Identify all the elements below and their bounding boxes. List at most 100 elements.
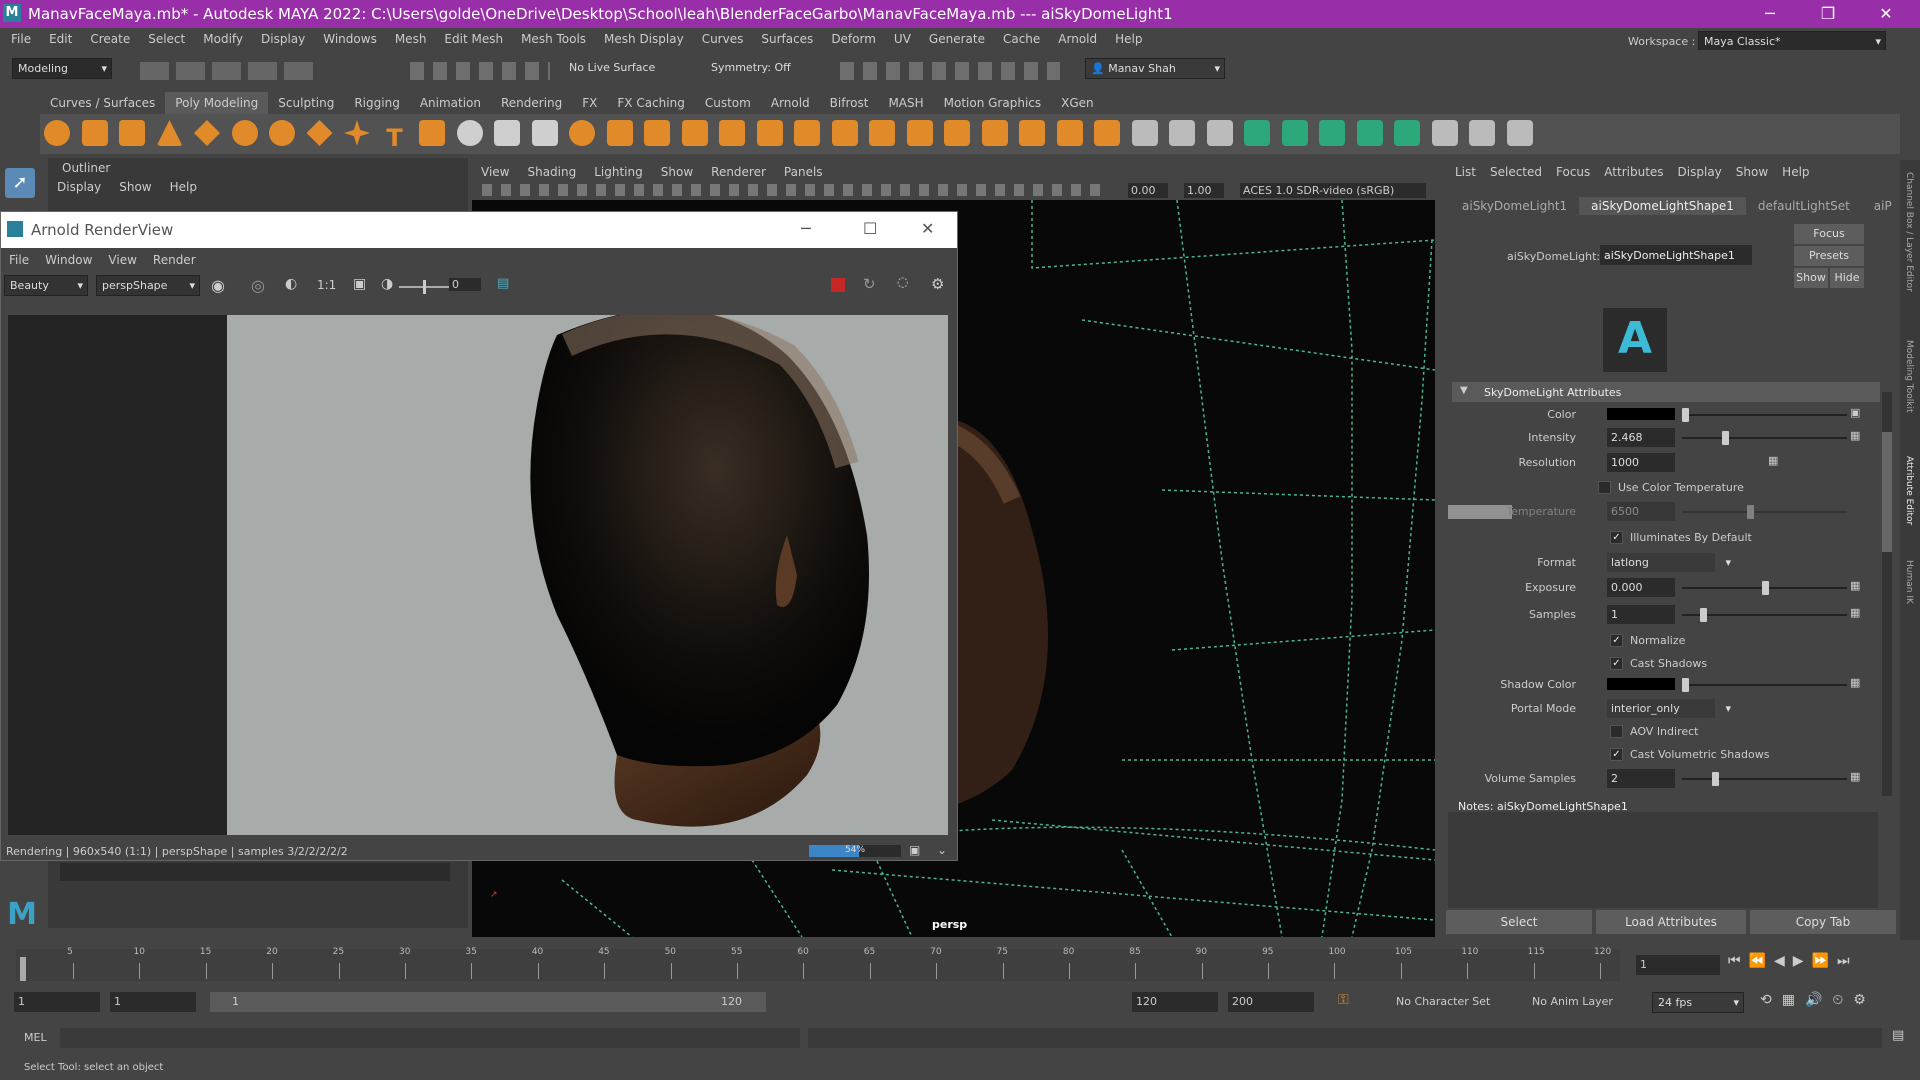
illuminates-checkbox[interactable]: ✓ (1610, 531, 1623, 544)
exposure-slider[interactable] (1682, 581, 1847, 595)
cleanup-icon[interactable] (1019, 120, 1045, 146)
select-tool-icon[interactable]: ➚ (5, 168, 35, 198)
menu-windows[interactable]: Windows (314, 32, 386, 46)
range-slider[interactable]: 1 120 (210, 992, 766, 1012)
refresh-icon[interactable]: ↻ (863, 275, 876, 293)
ae-select-button[interactable]: Select (1446, 910, 1592, 934)
renderview-menu-render[interactable]: Render (145, 253, 204, 267)
menu-arnold[interactable]: Arnold (1049, 32, 1106, 46)
side-tab-attribute-editor[interactable]: Attribute Editor (1904, 456, 1914, 525)
menu-edit[interactable]: Edit (40, 32, 81, 46)
isolate-icon[interactable]: ◐ (285, 276, 297, 292)
intensity-slider[interactable] (1682, 431, 1847, 445)
mesh-select-icon[interactable] (456, 120, 483, 146)
offset-loop-icon[interactable] (1206, 120, 1233, 146)
shadow-color-map-icon[interactable]: ▦ (1850, 676, 1860, 689)
playback-options-icons[interactable]: ⟲▦🔊⏲⚙ (1760, 992, 1876, 1008)
ae-tab-default-light-set[interactable]: defaultLightSet (1746, 197, 1862, 215)
viewport-menu-show[interactable]: Show (652, 165, 702, 179)
poly-disc-icon[interactable] (269, 120, 295, 146)
gamma-field[interactable]: 1.00 (1184, 183, 1224, 198)
uv-unfold-icon[interactable] (1469, 120, 1495, 146)
format-dropdown[interactable]: latlong ▾ (1607, 553, 1731, 572)
shelf-tab-curves-surfaces[interactable]: Curves / Surfaces (40, 92, 165, 114)
outliner-menu-show[interactable]: Show (110, 180, 160, 194)
zoom-ratio[interactable]: 1:1 (317, 278, 336, 292)
ae-menu-list[interactable]: List (1448, 165, 1483, 179)
cast-shadows-checkbox[interactable]: ✓ (1610, 657, 1623, 670)
copy-tab-button[interactable]: Copy Tab (1750, 910, 1896, 934)
outliner-menu-help[interactable]: Help (161, 180, 206, 194)
renderview-maximize-icon[interactable]: ☐ (863, 219, 877, 238)
ae-scrollbar[interactable] (1882, 392, 1892, 796)
render-frame-area[interactable] (8, 315, 948, 835)
uv-layout-icon[interactable] (1506, 120, 1533, 146)
shelf-tab-custom[interactable]: Custom (695, 92, 761, 114)
samples-map-icon[interactable]: ▦ (1850, 606, 1860, 619)
volume-samples-field[interactable]: 2 (1607, 769, 1675, 788)
menu-mesh-display[interactable]: Mesh Display (595, 32, 693, 46)
shelf-tab-rendering[interactable]: Rendering (491, 92, 572, 114)
cast-volumetric-shadows-checkbox[interactable]: ✓ (1610, 748, 1623, 761)
symmetry-dropdown[interactable]: Symmetry: Off (706, 58, 812, 77)
ae-menu-attributes[interactable]: Attributes (1597, 165, 1670, 179)
bridge-icon[interactable] (756, 120, 783, 146)
edge-loop-icon[interactable] (1169, 120, 1195, 146)
frame-icon[interactable]: ▣ (353, 276, 366, 292)
character-set-dropdown[interactable]: No Character Set (1396, 995, 1490, 1008)
script-editor-icon[interactable]: ▤ (1892, 1028, 1904, 1043)
poly-cylinder-icon[interactable] (119, 120, 145, 146)
file-tools-icons[interactable] (140, 62, 380, 80)
shelf-tab-xgen[interactable]: XGen (1051, 92, 1104, 114)
minimize-button[interactable]: ─ (1752, 2, 1788, 26)
uv-editor-icon[interactable] (1431, 120, 1458, 146)
stop-render-button[interactable] (831, 278, 845, 292)
mesh-pivot-icon[interactable] (494, 120, 520, 146)
side-tab-human-ik[interactable]: Human IK (1904, 560, 1914, 604)
exposure-slider[interactable] (399, 280, 449, 294)
expand-chevron-icon[interactable]: ⌄ (937, 843, 947, 857)
menu-mesh-tools[interactable]: Mesh Tools (512, 32, 595, 46)
volume-samples-slider[interactable] (1682, 772, 1847, 786)
shelf-tab-mash[interactable]: MASH (878, 92, 933, 114)
fillet-icon[interactable] (1056, 120, 1083, 146)
key-icon[interactable]: ⚿ (1338, 992, 1349, 1008)
poly-torus-icon[interactable] (231, 120, 258, 146)
menu-uv[interactable]: UV (885, 32, 920, 46)
snap-tools-icons[interactable] (410, 62, 550, 80)
snapshot-icon[interactable]: ◎ (251, 276, 265, 295)
viewport-menu-lighting[interactable]: Lighting (585, 165, 652, 179)
extrude-icon[interactable] (794, 120, 820, 146)
uv-planar-icon[interactable] (1244, 120, 1270, 146)
viewport-menu-view[interactable]: View (472, 165, 518, 179)
aov-dropdown[interactable]: Beauty ▾ (4, 275, 88, 296)
mel-label[interactable]: MEL (24, 1031, 47, 1044)
shelf-tab-sculpting[interactable]: Sculpting (268, 92, 344, 114)
crease-icon[interactable] (1094, 120, 1120, 146)
color-space-dropdown[interactable]: ACES 1.0 SDR-video (sRGB) (1240, 183, 1426, 198)
color-map-icon[interactable]: ▣ (1850, 406, 1860, 419)
multi-cut-icon[interactable] (1131, 120, 1158, 146)
node-name-field[interactable]: aiSkyDomeLightShape1 (1600, 245, 1752, 265)
renderview-close-icon[interactable]: ✕ (921, 219, 934, 238)
intensity-map-icon[interactable]: ▦ (1850, 429, 1860, 442)
platonic-solid-icon[interactable] (306, 120, 333, 146)
scene-start-field[interactable]: 1 (14, 992, 100, 1012)
close-button[interactable]: ✕ (1868, 2, 1904, 26)
volume-samples-map-icon[interactable]: ▦ (1850, 770, 1860, 783)
poly-cone-icon[interactable] (156, 120, 183, 146)
ae-menu-display[interactable]: Display (1671, 165, 1729, 179)
collapse-icon[interactable] (981, 120, 1008, 146)
append-icon[interactable] (906, 120, 933, 146)
save-image-icon[interactable]: ▣ (909, 843, 920, 857)
svg-tool-icon[interactable] (419, 120, 445, 146)
load-attributes-button[interactable]: Load Attributes (1596, 910, 1746, 934)
ae-tab-skydome-light[interactable]: aiSkyDomeLight1 (1450, 197, 1579, 215)
playback-controls[interactable]: ⏮⏪◀▶⏩⏭ (1728, 953, 1858, 969)
shelf-tab-poly-modeling[interactable]: Poly Modeling (165, 92, 269, 114)
menu-surfaces[interactable]: Surfaces (752, 32, 822, 46)
viewport-menu-renderer[interactable]: Renderer (702, 165, 775, 179)
outliner-scrollbar[interactable] (60, 863, 450, 881)
mode-dropdown[interactable]: Modeling ▾ (12, 58, 112, 79)
focus-button[interactable]: Focus (1794, 224, 1864, 244)
